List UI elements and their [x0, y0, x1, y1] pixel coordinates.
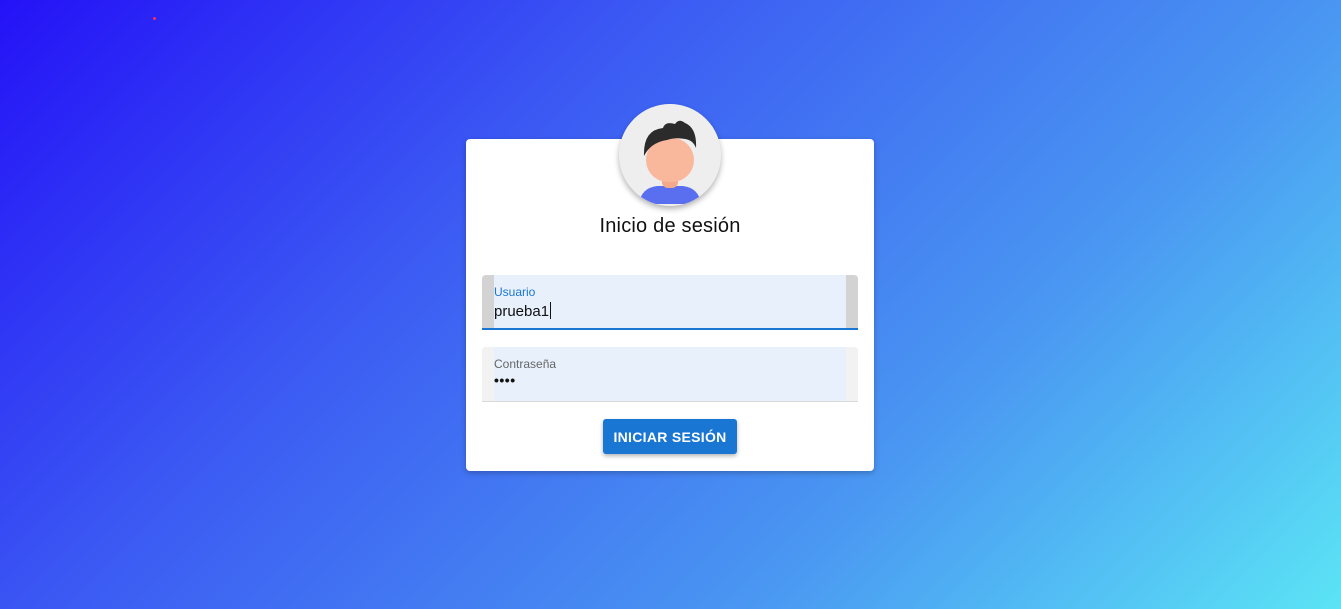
red-dot-marker — [153, 17, 156, 20]
field-edge-right — [846, 347, 858, 401]
field-edge-left — [482, 347, 494, 401]
field-edge-left — [482, 275, 494, 328]
username-value: prueba1 — [494, 303, 550, 320]
username-field[interactable]: Usuario prueba1 — [482, 275, 858, 330]
field-edge-right — [846, 275, 858, 328]
login-button[interactable]: INICIAR SESIÓN — [603, 419, 737, 454]
text-caret — [550, 302, 552, 319]
password-label: Contraseña — [494, 357, 557, 371]
page-title: Inicio de sesión — [599, 215, 741, 237]
avatar — [619, 104, 721, 206]
username-label: Usuario — [494, 285, 536, 299]
username-input[interactable]: prueba1 — [494, 302, 552, 320]
user-avatar-icon — [619, 104, 721, 206]
password-field[interactable]: Contraseña •••• — [482, 347, 858, 402]
password-input[interactable]: •••• — [494, 372, 516, 388]
